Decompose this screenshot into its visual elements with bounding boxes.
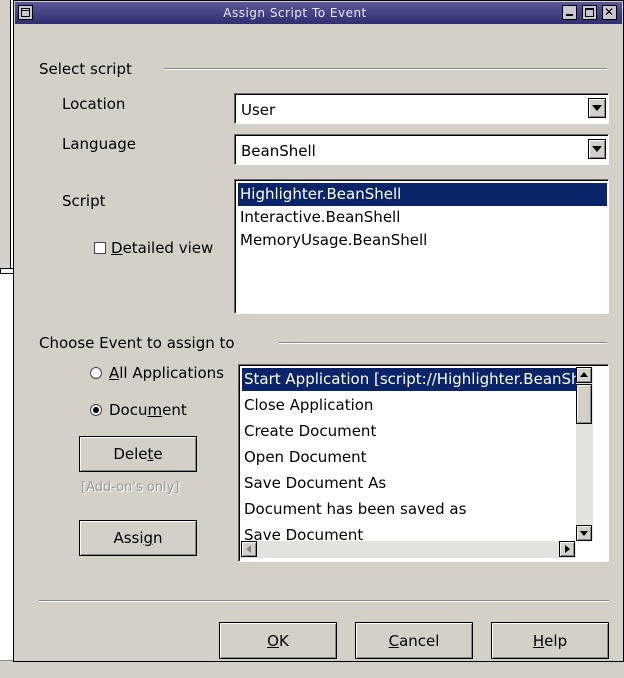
detailed-view-label: Detailed view bbox=[111, 239, 213, 257]
window-title: Assign Script To Event bbox=[223, 6, 367, 20]
event-item[interactable]: Document has been saved as bbox=[242, 498, 466, 521]
minimize-icon[interactable] bbox=[562, 5, 577, 20]
close-icon[interactable]: ✕ bbox=[602, 5, 617, 20]
event-list-horizontal-scrollbar[interactable] bbox=[241, 541, 576, 558]
document-radio[interactable] bbox=[90, 404, 102, 416]
assign-script-dialog: Assign Script To Event ✕ Select script L… bbox=[13, 0, 624, 662]
detailed-view-label-rest: etailed view bbox=[122, 239, 214, 257]
scroll-right-icon[interactable] bbox=[559, 541, 575, 557]
document-label-rest: ent bbox=[162, 401, 187, 419]
event-item[interactable]: Save Document As bbox=[242, 472, 386, 495]
language-label: Language bbox=[62, 135, 137, 153]
event-item[interactable]: Start Application [script://Highlighter.… bbox=[242, 368, 578, 391]
delete-button[interactable]: Delete bbox=[79, 436, 197, 472]
detailed-view-checkbox[interactable] bbox=[94, 242, 106, 254]
all-applications-label: All Applications bbox=[109, 364, 224, 382]
script-item[interactable]: Highlighter.BeanShell bbox=[238, 183, 607, 206]
help-button[interactable]: Help bbox=[491, 622, 609, 659]
scroll-left-icon[interactable] bbox=[241, 541, 257, 557]
title-bar[interactable]: Assign Script To Event ✕ bbox=[15, 2, 622, 24]
event-list[interactable]: Start Application [script://Highlighter.… bbox=[238, 364, 609, 562]
section-divider bbox=[279, 342, 607, 344]
location-label: Location bbox=[62, 95, 126, 113]
section-divider bbox=[164, 68, 607, 70]
background-window-strip bbox=[0, 660, 624, 678]
event-item[interactable]: Create Document bbox=[242, 420, 376, 443]
language-combobox[interactable]: BeanShell bbox=[234, 134, 609, 165]
document-mnemonic: m bbox=[147, 401, 163, 419]
help-button-label: Help bbox=[532, 632, 568, 650]
ok-button-label: OK bbox=[267, 632, 289, 650]
event-item[interactable]: Save Document bbox=[242, 524, 363, 540]
event-list-vertical-scrollbar[interactable] bbox=[576, 367, 593, 541]
maximize-icon[interactable] bbox=[582, 5, 597, 20]
all-applications-label-rest: ll Applications bbox=[119, 364, 224, 382]
scroll-up-icon[interactable] bbox=[576, 367, 592, 383]
document-label: Document bbox=[109, 401, 187, 419]
location-dropdown-icon[interactable] bbox=[588, 98, 606, 118]
detailed-view-mnemonic: D bbox=[111, 239, 123, 257]
choose-event-heading: Choose Event to assign to bbox=[39, 334, 235, 352]
language-dropdown-icon[interactable] bbox=[588, 139, 606, 159]
script-item[interactable]: Interactive.BeanShell bbox=[238, 206, 400, 229]
language-value: BeanShell bbox=[241, 142, 316, 160]
event-item[interactable]: Close Application bbox=[242, 394, 373, 417]
background-window bbox=[0, 0, 11, 271]
vertical-scroll-thumb[interactable] bbox=[576, 384, 592, 424]
script-item[interactable]: MemoryUsage.BeanShell bbox=[238, 229, 427, 252]
footer-divider bbox=[39, 600, 609, 602]
assign-button-label: Assign bbox=[113, 529, 163, 547]
ok-button[interactable]: OK bbox=[219, 622, 337, 659]
cancel-button-label: Cancel bbox=[388, 632, 440, 650]
script-list[interactable]: Highlighter.BeanShell Interactive.BeanSh… bbox=[234, 179, 609, 314]
delete-button-label: Delete bbox=[113, 445, 163, 463]
select-script-heading: Select script bbox=[39, 60, 132, 78]
location-combobox[interactable]: User bbox=[234, 93, 609, 124]
document-label-part: Docu bbox=[109, 401, 148, 419]
event-item[interactable]: Open Document bbox=[242, 446, 367, 469]
cancel-button[interactable]: Cancel bbox=[355, 622, 473, 659]
assign-button[interactable]: Assign bbox=[79, 520, 197, 556]
all-applications-mnemonic: A bbox=[109, 364, 120, 382]
scroll-down-icon[interactable] bbox=[576, 525, 592, 541]
location-value: User bbox=[241, 101, 276, 119]
all-applications-radio[interactable] bbox=[90, 367, 102, 379]
script-label: Script bbox=[62, 192, 106, 210]
addon-only-note: [Add-on's only] bbox=[81, 480, 180, 495]
